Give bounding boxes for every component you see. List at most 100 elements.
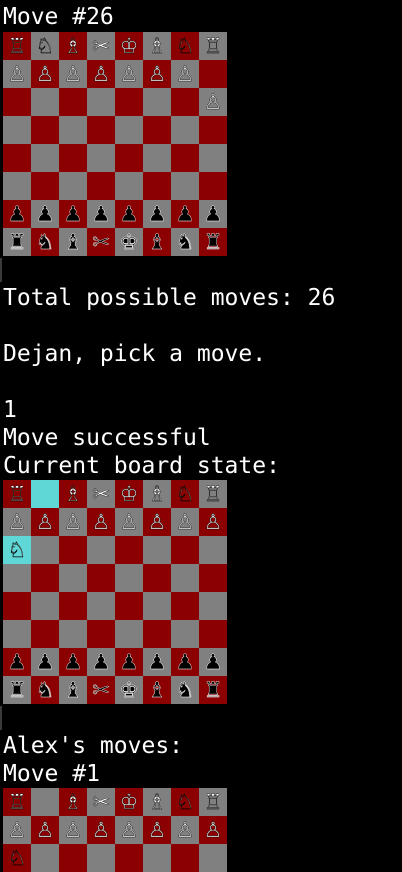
board-square-piece: ♘ (171, 788, 199, 816)
chess-board-before-move: ♖ ♘ ♗ ✂ ♔ ♗ ♘ ♖ ♙ ♙ ♙ ♙ ♙ ♙ ♙ ♙ ♟ ♟ ♟ ♟ ♟ ♟ ♟ ♟ ♜ ♞ ♝ ✂ ♚ ♝ ♞ ♜ (3, 32, 227, 256)
board-square (59, 536, 87, 564)
board-square-piece: ♖ (199, 32, 227, 60)
board-square (87, 620, 115, 648)
board-square-piece: ♟ (199, 200, 227, 228)
board-square (199, 564, 227, 592)
board-square-piece: ♘ (171, 32, 199, 60)
board-square (199, 172, 227, 200)
board-square (199, 144, 227, 172)
board-square-piece: ♘ (3, 844, 31, 872)
board-square (115, 620, 143, 648)
board-square-piece: ♘ (31, 32, 59, 60)
board-square (143, 564, 171, 592)
board-square (87, 88, 115, 116)
board-square-piece: ♗ (143, 480, 171, 508)
board-square (171, 620, 199, 648)
board-square (31, 144, 59, 172)
board-square (59, 620, 87, 648)
board-square-piece: ♗ (59, 788, 87, 816)
player-prompt: Dejan, pick a move. (3, 341, 267, 367)
board-square-piece: ♙ (171, 60, 199, 88)
board-square (171, 172, 199, 200)
board-square (115, 564, 143, 592)
board-square (3, 592, 31, 620)
board-square-piece: ♝ (143, 228, 171, 256)
board-square-piece: ♙ (31, 816, 59, 844)
board-square (31, 116, 59, 144)
board-square-piece: ♟ (199, 648, 227, 676)
board-square-piece: ♖ (3, 480, 31, 508)
board-square (87, 172, 115, 200)
board-square-piece: ♔ (115, 480, 143, 508)
board-square-piece: ♜ (3, 676, 31, 704)
chess-board-current-state: ♖ ♗ ✂ ♔ ♗ ♘ ♖ ♙ ♙ ♙ ♙ ♙ ♙ ♙ ♙ ♘ ♟ ♟ ♟ ♟ ♟ ♟ ♟ ♟ ♜ ♞ ♝ ✂ ♚ ♝ ♞ ♜ (3, 480, 227, 704)
board-square-piece: ♚ (115, 228, 143, 256)
board-square-piece: ♙ (3, 60, 31, 88)
board-square (199, 620, 227, 648)
board-square (199, 116, 227, 144)
board-square (171, 844, 199, 872)
board-square (87, 564, 115, 592)
board-square-piece: ♜ (3, 228, 31, 256)
board-square-piece: ♚ (115, 676, 143, 704)
total-moves-text: Total possible moves: 26 (3, 285, 336, 311)
board-square (3, 116, 31, 144)
board-square-piece: ♙ (199, 816, 227, 844)
board-square (59, 116, 87, 144)
move-input-value[interactable]: 1 (3, 397, 17, 423)
board-square-piece: ♙ (171, 816, 199, 844)
board-square (171, 592, 199, 620)
board-square (31, 788, 59, 816)
board-square-piece: ♙ (199, 88, 227, 116)
board-square (143, 620, 171, 648)
board-square (3, 144, 31, 172)
board-square (59, 564, 87, 592)
board-square (59, 88, 87, 116)
board-square-piece: ♗ (59, 480, 87, 508)
board-square (59, 172, 87, 200)
board-square-piece: ♟ (3, 200, 31, 228)
board-square-piece: ♙ (59, 508, 87, 536)
board-square-piece: ♙ (143, 508, 171, 536)
board-square (87, 116, 115, 144)
board-square-piece: ♙ (59, 816, 87, 844)
board-square-piece: ♗ (143, 32, 171, 60)
board-square-piece: ♙ (31, 60, 59, 88)
board-square-piece: ♞ (31, 228, 59, 256)
board-square (199, 60, 227, 88)
board-square (87, 144, 115, 172)
board-square (171, 144, 199, 172)
board-square-piece: ♙ (115, 816, 143, 844)
board-square-piece: ♟ (59, 200, 87, 228)
board-square-piece: ♟ (143, 200, 171, 228)
board-square-piece: ✂ (87, 480, 115, 508)
terminal-cursor-marker (0, 258, 2, 282)
board-square-piece: ♟ (143, 648, 171, 676)
board-square (3, 620, 31, 648)
board-square (31, 536, 59, 564)
board-square-piece: ♖ (3, 788, 31, 816)
board-square-piece: ♜ (199, 676, 227, 704)
board-square (59, 144, 87, 172)
board-square-piece: ♞ (31, 676, 59, 704)
board-square (31, 564, 59, 592)
board-square-piece: ♖ (3, 32, 31, 60)
board-square (115, 536, 143, 564)
board-square-piece: ♜ (199, 228, 227, 256)
board-square (115, 592, 143, 620)
board-square (87, 536, 115, 564)
board-square (31, 172, 59, 200)
board-square-piece: ♟ (3, 648, 31, 676)
board-square-piece: ♞ (171, 676, 199, 704)
board-square-piece: ♙ (87, 816, 115, 844)
board-square-piece: ♙ (3, 816, 31, 844)
board-square (31, 480, 59, 508)
board-square-piece: ♗ (59, 32, 87, 60)
board-square (115, 88, 143, 116)
chess-board-opponent-view: ♖ ♗ ✂ ♔ ♗ ♘ ♖ ♙ ♙ ♙ ♙ ♙ ♙ ♙ ♙ ♘ (3, 788, 227, 872)
board-square-piece: ♟ (31, 200, 59, 228)
board-square (115, 144, 143, 172)
board-square-piece: ♝ (59, 228, 87, 256)
board-square-piece: ♙ (143, 816, 171, 844)
board-square-piece: ♙ (3, 508, 31, 536)
